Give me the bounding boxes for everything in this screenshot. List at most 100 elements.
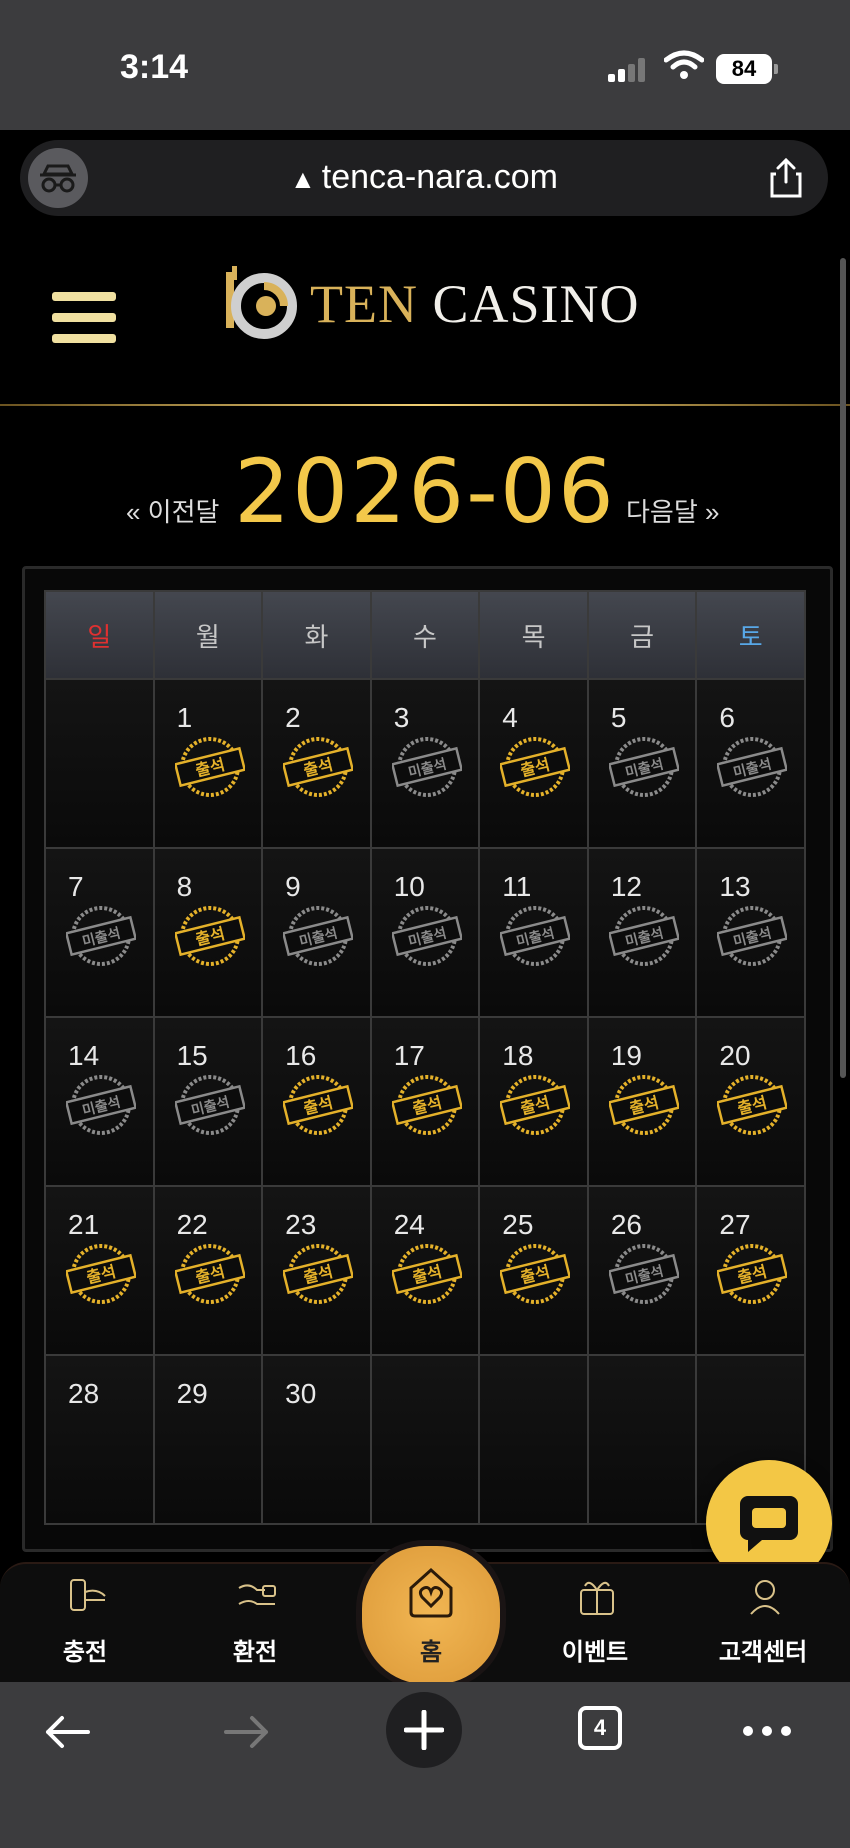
nav-exchange-label: 환전 bbox=[232, 1639, 278, 1666]
calendar-day-cell: 23 출석 bbox=[263, 1187, 372, 1356]
support-agent-icon bbox=[750, 1580, 780, 1615]
weekday-header-fri: 금 bbox=[588, 592, 698, 680]
weekday-header-mon: 월 bbox=[154, 592, 264, 680]
weekday-header-thu: 목 bbox=[480, 592, 589, 680]
nav-support[interactable]: 고객센터 bbox=[693, 1564, 833, 1684]
weekday-header-wed: 수 bbox=[371, 592, 481, 680]
absent-stamp-icon: 미출석 bbox=[717, 906, 788, 966]
day-number: 26 bbox=[610, 1209, 642, 1240]
address-bar[interactable]: ▲ tenca-nara.com bbox=[20, 140, 828, 216]
calendar-day-cell: 25 출석 bbox=[480, 1187, 589, 1356]
day-number: 5 bbox=[610, 702, 627, 733]
calendar-day-cell: 26 미출석 bbox=[588, 1187, 698, 1356]
calendar-day-cell: 28 bbox=[46, 1356, 155, 1525]
absent-stamp-icon: 미출석 bbox=[174, 1075, 245, 1135]
month-navigation: « 이전달 2026-06 다음달 » bbox=[0, 440, 850, 543]
calendar-day-cell: 27 출석 bbox=[697, 1187, 806, 1356]
day-number: 11 bbox=[502, 871, 532, 902]
scrollbar[interactable] bbox=[840, 258, 846, 1078]
day-number: 29 bbox=[176, 1378, 208, 1409]
calendar-day-cell: 22 출석 bbox=[154, 1187, 264, 1356]
gift-icon bbox=[580, 1581, 614, 1615]
absent-stamp-icon: 미출석 bbox=[66, 1075, 136, 1135]
day-number: 10 bbox=[393, 871, 425, 902]
attended-stamp-icon: 출석 bbox=[174, 1244, 245, 1304]
wifi-icon bbox=[664, 50, 704, 79]
logo-emblem-icon bbox=[226, 266, 297, 339]
calendar-day-cell: 17 출석 bbox=[371, 1018, 481, 1187]
nav-charge[interactable]: 충전 bbox=[15, 1564, 155, 1684]
calendar-day-cell: 16 출석 bbox=[263, 1018, 372, 1187]
calendar-day-cell: 20 출석 bbox=[697, 1018, 806, 1187]
absent-stamp-icon: 미출석 bbox=[608, 737, 679, 797]
attended-stamp-icon: 출석 bbox=[174, 737, 245, 797]
absent-stamp-icon: 미출석 bbox=[283, 906, 354, 966]
weekday-header-sun: 일 bbox=[46, 592, 155, 680]
calendar-day-cell: 14 미출석 bbox=[46, 1018, 155, 1187]
nav-exchange[interactable]: 환전 bbox=[185, 1564, 325, 1684]
plus-icon bbox=[404, 1710, 444, 1750]
current-month-title: 2026-06 bbox=[234, 440, 616, 543]
calendar-day-cell bbox=[371, 1356, 481, 1525]
day-number: 17 bbox=[393, 1040, 425, 1071]
url-text[interactable]: ▲ tenca-nara.com bbox=[20, 158, 828, 197]
calendar-day-cell: 21 출석 bbox=[46, 1187, 155, 1356]
more-icon[interactable] bbox=[742, 1724, 792, 1738]
tabs-button[interactable]: 4 bbox=[578, 1706, 622, 1750]
share-icon[interactable] bbox=[768, 158, 804, 198]
new-tab-button[interactable] bbox=[386, 1692, 462, 1768]
calendar-day-cell: 8 출석 bbox=[154, 849, 264, 1018]
day-number: 20 bbox=[719, 1040, 751, 1071]
nav-event[interactable]: 이벤트 bbox=[525, 1564, 665, 1684]
day-number: 13 bbox=[719, 871, 751, 902]
weekday-header-tue: 화 bbox=[263, 592, 372, 680]
calendar-day-cell: 7 미출석 bbox=[46, 849, 155, 1018]
calendar-day-cell: 11 미출석 bbox=[480, 849, 589, 1018]
weekday-header-sat: 토 bbox=[697, 592, 806, 680]
attended-stamp-icon: 출석 bbox=[717, 1244, 788, 1304]
absent-stamp-icon: 미출석 bbox=[500, 906, 571, 966]
absent-stamp-icon: 미출석 bbox=[608, 906, 679, 966]
forward-icon[interactable] bbox=[222, 1712, 272, 1752]
calendar-day-cell: 2 출석 bbox=[263, 680, 372, 849]
calendar-day-cell: 5 미출석 bbox=[588, 680, 698, 849]
battery-indicator: 84 bbox=[716, 54, 778, 84]
day-number: 12 bbox=[610, 871, 642, 902]
attended-stamp-icon: 출석 bbox=[283, 737, 354, 797]
day-number: 7 bbox=[68, 871, 84, 902]
day-number: 14 bbox=[68, 1040, 100, 1071]
status-time: 3:14 bbox=[120, 48, 189, 86]
day-number: 15 bbox=[176, 1040, 208, 1071]
day-number: 1 bbox=[176, 702, 193, 733]
day-number: 27 bbox=[719, 1209, 751, 1240]
attended-stamp-icon: 출석 bbox=[391, 1075, 462, 1135]
cellular-signal-icon bbox=[608, 58, 645, 82]
logo-casino: CASINO bbox=[432, 274, 640, 334]
header-divider bbox=[0, 404, 850, 406]
home-heart-icon bbox=[409, 1567, 453, 1618]
calendar-day-cell: 18 출석 bbox=[480, 1018, 589, 1187]
back-icon[interactable] bbox=[42, 1712, 92, 1752]
absent-stamp-icon: 미출석 bbox=[391, 906, 462, 966]
attended-stamp-icon: 출석 bbox=[500, 1244, 571, 1304]
day-number: 28 bbox=[68, 1378, 100, 1409]
calendar-day-cell: 10 미출석 bbox=[371, 849, 481, 1018]
day-number: 2 bbox=[285, 702, 301, 733]
status-bar: 3:14 84 bbox=[0, 0, 850, 130]
absent-stamp-icon: 미출석 bbox=[717, 737, 788, 797]
calendar-day-cell: 15 미출석 bbox=[154, 1018, 264, 1187]
nav-event-label: 이벤트 bbox=[561, 1639, 629, 1666]
next-month-link[interactable]: 다음달 » bbox=[626, 492, 719, 529]
menu-icon[interactable] bbox=[52, 292, 116, 355]
logo[interactable]: TEN CASINO bbox=[220, 264, 640, 344]
chat-bubble-icon bbox=[740, 1496, 798, 1552]
calendar-day-cell bbox=[480, 1356, 589, 1525]
logo-ten: TEN bbox=[310, 274, 418, 334]
calendar-day-cell: 9 미출석 bbox=[263, 849, 372, 1018]
nav-home-button[interactable]: 홈 bbox=[356, 1540, 506, 1690]
calendar-day-cell: 13 미출석 bbox=[697, 849, 806, 1018]
day-number: 23 bbox=[285, 1209, 317, 1240]
attended-stamp-icon: 출석 bbox=[66, 1244, 136, 1304]
nav-support-label: 고객센터 bbox=[718, 1639, 808, 1666]
nav-charge-label: 충전 bbox=[62, 1639, 108, 1666]
